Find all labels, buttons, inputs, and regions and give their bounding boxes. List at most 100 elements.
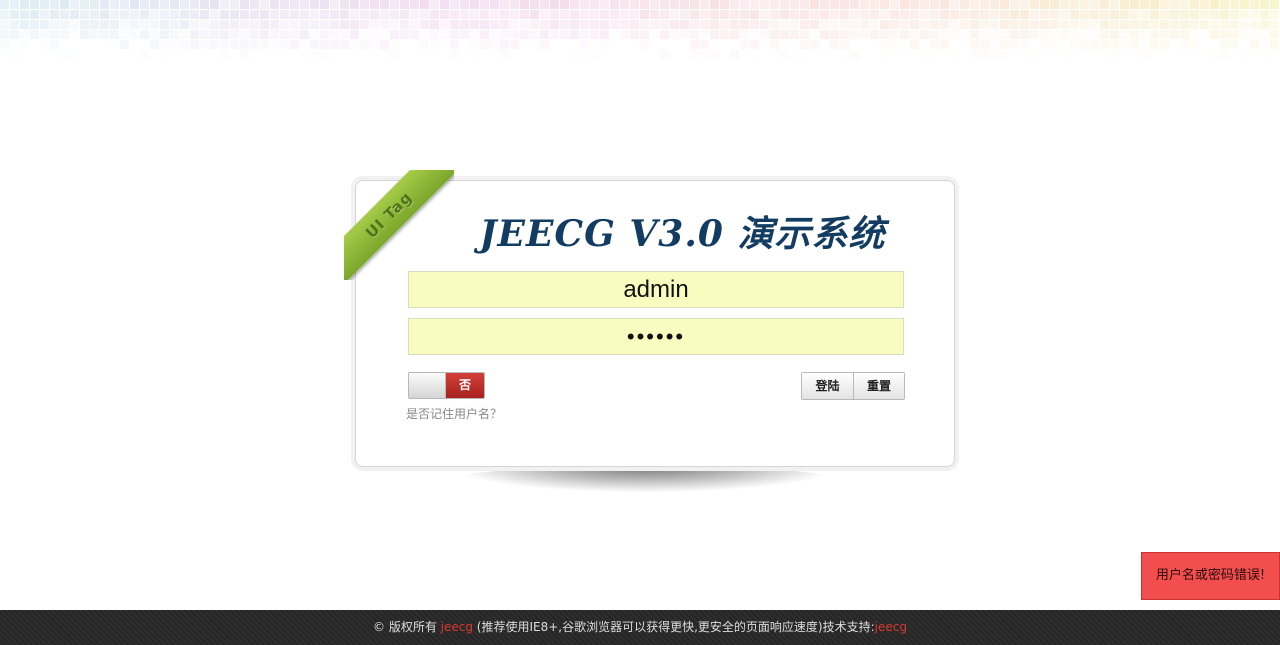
mosaic-tile [1220, 30, 1229, 39]
mosaic-tile [230, 50, 239, 59]
mosaic-tile [60, 40, 69, 49]
mosaic-tile [350, 40, 359, 49]
mosaic-tile [140, 0, 149, 9]
mosaic-tile [1180, 50, 1189, 59]
mosaic-tile [320, 20, 329, 29]
mosaic-tile [630, 40, 639, 49]
mosaic-tile [530, 10, 539, 19]
page-title: JEECG V3.0 演示系统 [479, 213, 886, 255]
mosaic-tile [1210, 0, 1219, 9]
mosaic-tile [270, 20, 279, 29]
mosaic-tile [420, 20, 429, 29]
mosaic-tile [600, 10, 609, 19]
mosaic-tile [590, 30, 599, 39]
mosaic-tile [900, 10, 909, 19]
mosaic-tile [820, 30, 829, 39]
mosaic-tile [1270, 30, 1279, 39]
mosaic-tile [500, 20, 509, 29]
mosaic-tile [590, 40, 599, 49]
mosaic-tile [1140, 50, 1149, 59]
mosaic-tile [20, 0, 29, 9]
reset-button[interactable]: 重置 [853, 373, 904, 399]
mosaic-tile [570, 20, 579, 29]
mosaic-tile [880, 40, 889, 49]
mosaic-tile [1240, 20, 1249, 29]
mosaic-tile [1140, 30, 1149, 39]
mosaic-tile [80, 50, 89, 59]
mosaic-tile [550, 0, 559, 9]
mosaic-tile [1070, 20, 1079, 29]
mosaic-tile [920, 10, 929, 19]
mosaic-tile [570, 40, 579, 49]
mosaic-tile [620, 10, 629, 19]
mosaic-tile [1180, 30, 1189, 39]
mosaic-tile [740, 40, 749, 49]
mosaic-tile [180, 0, 189, 9]
mosaic-tile [500, 30, 509, 39]
mosaic-tile [1260, 40, 1269, 49]
mosaic-tile [1170, 30, 1179, 39]
mosaic-tile [910, 40, 919, 49]
mosaic-tile [510, 0, 519, 9]
mosaic-tile [240, 0, 249, 9]
mosaic-tile [780, 30, 789, 39]
mosaic-tile [770, 40, 779, 49]
mosaic-tile [1150, 0, 1159, 9]
mosaic-tile [650, 50, 659, 59]
mosaic-tile [1030, 20, 1039, 29]
mosaic-tile [1120, 30, 1129, 39]
mosaic-tile [80, 0, 89, 9]
mosaic-tile [1210, 30, 1219, 39]
mosaic-tile [1120, 20, 1129, 29]
username-input[interactable] [408, 271, 904, 308]
remember-username-toggle[interactable]: 否 [408, 372, 485, 399]
mosaic-tile [170, 40, 179, 49]
mosaic-tile [570, 50, 579, 59]
mosaic-tile [390, 40, 399, 49]
mosaic-tile [760, 30, 769, 39]
mosaic-tile [800, 20, 809, 29]
login-button[interactable]: 登陆 [802, 373, 853, 399]
mosaic-tile [370, 40, 379, 49]
mosaic-tile [280, 30, 289, 39]
mosaic-tile [1190, 30, 1199, 39]
mosaic-tile [1000, 20, 1009, 29]
footer-link-support[interactable]: jeecg [875, 620, 907, 634]
mosaic-tile [1020, 50, 1029, 59]
mosaic-tile [460, 10, 469, 19]
mosaic-tile [300, 50, 309, 59]
mosaic-tile [1160, 10, 1169, 19]
mosaic-tile [430, 30, 439, 39]
mosaic-tile [810, 10, 819, 19]
mosaic-tile [130, 10, 139, 19]
footer-link-jeecg[interactable]: jeecg [441, 620, 473, 634]
mosaic-tile [1010, 20, 1019, 29]
mosaic-tile [1090, 20, 1099, 29]
mosaic-tile [130, 30, 139, 39]
mosaic-tile [260, 20, 269, 29]
mosaic-tile [180, 20, 189, 29]
mosaic-tile [970, 10, 979, 19]
mosaic-tile [440, 30, 449, 39]
mosaic-tile [1040, 20, 1049, 29]
mosaic-tile [590, 0, 599, 9]
mosaic-tile [380, 10, 389, 19]
password-input[interactable]: •••••• [408, 318, 904, 355]
mosaic-tile [1180, 40, 1189, 49]
mosaic-tile [190, 10, 199, 19]
mosaic-tile [1240, 50, 1249, 59]
mosaic-tile [490, 50, 499, 59]
mosaic-tile [990, 20, 999, 29]
mosaic-tile [1000, 50, 1009, 59]
mosaic-tile [480, 20, 489, 29]
mosaic-tile [380, 20, 389, 29]
mosaic-tile [570, 30, 579, 39]
mosaic-tile [1070, 10, 1079, 19]
mosaic-tile [1010, 30, 1019, 39]
mosaic-tile [1040, 0, 1049, 9]
mosaic-tile [420, 40, 429, 49]
mosaic-tile [1080, 0, 1089, 9]
mosaic-tile [710, 40, 719, 49]
mosaic-tile [990, 0, 999, 9]
mosaic-tile [80, 30, 89, 39]
